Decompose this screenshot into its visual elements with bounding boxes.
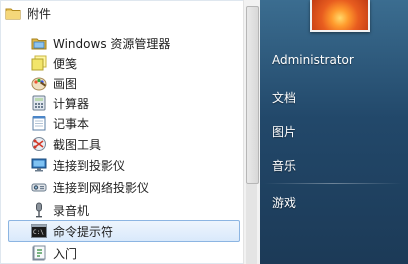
menu-item-snipping-tool[interactable]: 截图工具 [8, 133, 240, 155]
menu-item-label: 入门 [53, 246, 78, 261]
menu-item-label: 截图工具 [53, 137, 102, 152]
menu-item-label: 录音机 [53, 203, 90, 218]
calculator-icon [31, 95, 47, 111]
menu-item-label: 命令提示符 [53, 224, 114, 239]
scrollbar-track[interactable] [246, 184, 257, 264]
link-music[interactable]: 音乐 [272, 157, 296, 174]
menu-item-connect-projector[interactable]: 连接到投影仪 [8, 154, 240, 176]
sticky-notes-icon [31, 55, 47, 71]
menu-item-connect-network-projector[interactable]: 连接到网络投影仪 [8, 176, 240, 198]
all-programs-pane: 附件 Windows 资源管理器 便笺 画图 计算器 记事本 截图工具 连接到投… [0, 0, 260, 264]
paint-icon [31, 75, 47, 91]
menu-item-label: 计算器 [53, 96, 90, 111]
menu-item-label: 连接到投影仪 [53, 158, 126, 173]
menu-item-notepad[interactable]: 记事本 [8, 112, 240, 134]
menu-item-command-prompt[interactable]: C:\ 命令提示符 [8, 220, 240, 242]
menu-item-label: 便笺 [53, 56, 78, 71]
menu-item-sound-recorder[interactable]: 录音机 [8, 199, 240, 221]
menu-item-label: 连接到网络投影仪 [53, 180, 150, 195]
user-picture[interactable] [310, 0, 370, 32]
menu-item-calculator[interactable]: 计算器 [8, 92, 240, 114]
notepad-icon [31, 115, 47, 131]
link-pictures[interactable]: 图片 [272, 123, 296, 140]
link-games[interactable]: 游戏 [272, 194, 296, 211]
folder-icon [5, 5, 21, 21]
explorer-folder-icon [31, 35, 47, 51]
menu-item-paint[interactable]: 画图 [8, 72, 240, 94]
link-administrator[interactable]: Administrator [272, 53, 354, 67]
snipping-tool-icon [31, 136, 47, 152]
menu-item-label: Windows 资源管理器 [53, 36, 171, 51]
right-pane-separator [264, 183, 402, 184]
network-projector-icon [31, 179, 47, 195]
microphone-icon [31, 202, 47, 218]
programs-scrollbar[interactable] [243, 0, 260, 264]
projector-icon [31, 157, 47, 173]
scrollbar-thumb[interactable] [246, 6, 259, 184]
menu-item-windows-explorer[interactable]: Windows 资源管理器 [8, 32, 240, 54]
command-prompt-icon: C:\ [31, 223, 47, 239]
menu-item-label: 画图 [53, 76, 78, 91]
link-documents[interactable]: 文档 [272, 89, 296, 106]
svg-text:C:\: C:\ [33, 229, 44, 236]
folder-accessories[interactable]: 附件 [4, 2, 236, 24]
menu-item-sticky-notes[interactable]: 便笺 [8, 52, 240, 74]
menu-item-getting-started[interactable]: 入门 [8, 242, 240, 264]
getting-started-icon [31, 245, 47, 261]
folder-label: 附件 [27, 6, 52, 21]
menu-item-label: 记事本 [53, 116, 90, 131]
